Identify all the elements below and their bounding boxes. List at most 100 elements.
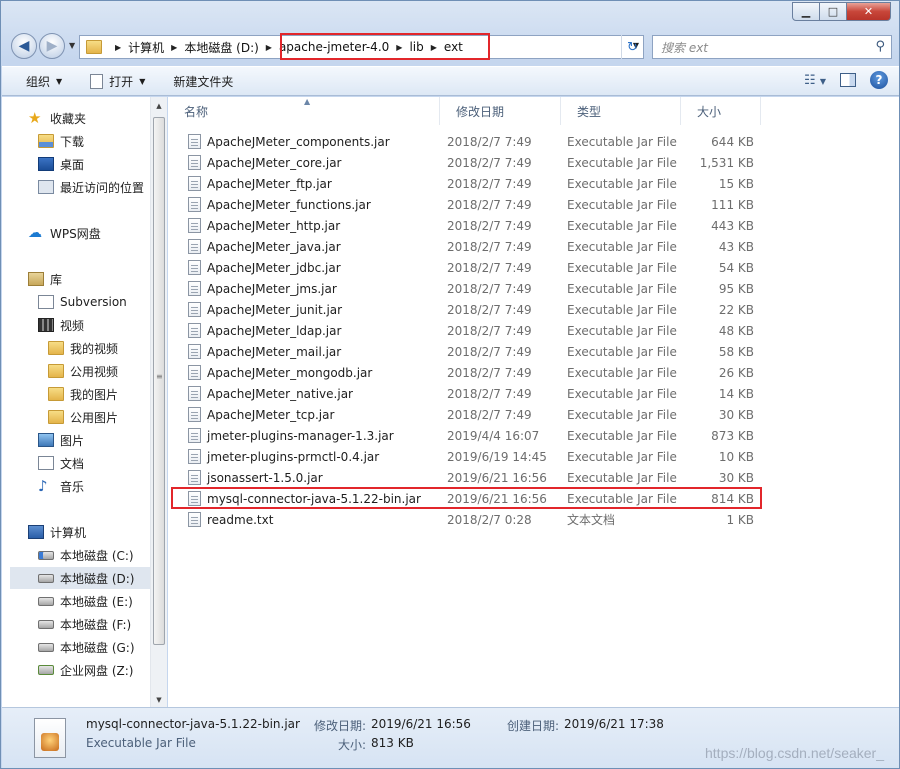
sidebar-item-downloads[interactable]: 下载	[38, 130, 84, 152]
sidebar-item-drive-e[interactable]: 本地磁盘 (E:)	[38, 590, 133, 612]
file-name-cell: ApacheJMeter_junit.jar	[188, 299, 438, 320]
star-icon: ★	[28, 109, 42, 127]
breadcrumb-drive-d[interactable]: 本地磁盘 (D:)	[184, 39, 258, 56]
sidebar-item-libraries[interactable]: 库	[28, 268, 62, 290]
file-row[interactable]: ApacheJMeter_tcp.jar 2018/2/7 7:49 Executa…	[168, 404, 892, 425]
organize-menu[interactable]: 组织 ▼	[2, 67, 72, 95]
address-bar[interactable]: ▶ 计算机 ▶ 本地磁盘 (D:) ▶ apache-jmeter-4.0 ▶ …	[79, 35, 644, 59]
scrollbar-thumb[interactable]	[153, 117, 165, 645]
file-row[interactable]: ApacheJMeter_jms.jar 2018/2/7 7:49 Executa…	[168, 278, 892, 299]
file-type: Executable Jar File	[567, 281, 677, 296]
jar-file-icon	[188, 491, 201, 506]
column-name-label: 名称	[184, 104, 209, 119]
file-date: 2018/2/7 7:49	[447, 176, 532, 191]
sidebar-item-label: 库	[50, 272, 63, 287]
file-row[interactable]: jmeter-plugins-manager-1.3.jar 2019/4/4 1…	[168, 425, 892, 446]
magnifier-icon[interactable]: ⚲	[875, 39, 885, 54]
sidebar-item-recent-places[interactable]: 最近访问的位置	[38, 176, 144, 198]
sidebar-item-drive-c[interactable]: 本地磁盘 (C:)	[38, 544, 134, 566]
sidebar-item-public-videos[interactable]: 公用视频	[48, 360, 118, 382]
sidebar-item-my-pictures[interactable]: 我的图片	[48, 383, 118, 405]
back-button[interactable]: ◀	[11, 33, 37, 59]
file-row[interactable]: ApacheJMeter_functions.jar 2018/2/7 7:49 E…	[168, 194, 892, 215]
column-header-type[interactable]: 类型	[561, 97, 681, 125]
sidebar-item-drive-f[interactable]: 本地磁盘 (F:)	[38, 613, 131, 635]
jar-file-icon	[188, 134, 201, 149]
refresh-button[interactable]: ↻	[621, 35, 643, 59]
file-row[interactable]: ApacheJMeter_ftp.jar 2018/2/7 7:49 Executa…	[168, 173, 892, 194]
file-row[interactable]: ApacheJMeter_http.jar 2018/2/7 7:49 Execut…	[168, 215, 892, 236]
sidebar-item-music[interactable]: ♪ 音乐	[38, 475, 84, 497]
sidebar-item-network-drive-z[interactable]: 企业网盘 (Z:)	[38, 659, 133, 681]
breadcrumb-ext[interactable]: ext	[444, 40, 463, 54]
new-folder-button[interactable]: 新建文件夹	[155, 67, 243, 95]
jar-file-icon	[188, 197, 201, 212]
breadcrumb-separator[interactable]: ▶	[171, 43, 177, 52]
file-row[interactable]: ApacheJMeter_java.jar 2018/2/7 7:49 Execut…	[168, 236, 892, 257]
file-row[interactable]: ApacheJMeter_core.jar 2018/2/7 7:49 Execut…	[168, 152, 892, 173]
sidebar-item-public-pictures[interactable]: 公用图片	[48, 406, 118, 428]
column-header-date[interactable]: 修改日期	[440, 97, 561, 125]
details-file-name: mysql-connector-java-5.1.22-bin.jar	[86, 717, 300, 731]
file-date: 2018/2/7 7:49	[447, 344, 532, 359]
breadcrumb-separator[interactable]: ▶	[115, 43, 121, 52]
file-row[interactable]: jmeter-plugins-prmctl-0.4.jar 2019/6/19 1…	[168, 446, 892, 467]
sidebar-item-drive-g[interactable]: 本地磁盘 (G:)	[38, 636, 135, 658]
file-name-cell: ApacheJMeter_jdbc.jar	[188, 257, 438, 278]
maximize-button[interactable]: □	[820, 2, 847, 21]
file-row[interactable]: readme.txt 2018/2/7 0:28 文本文档 1 KB	[168, 509, 892, 530]
file-row[interactable]: ApacheJMeter_mail.jar 2018/2/7 7:49 Execut…	[168, 341, 892, 362]
breadcrumb-jmeter[interactable]: apache-jmeter-4.0	[279, 40, 389, 54]
scroll-down-arrow[interactable]: ▼	[151, 696, 167, 704]
recent-pages-dropdown[interactable]: ▼	[69, 41, 75, 50]
sidebar-item-videos[interactable]: 视频	[38, 314, 84, 336]
preview-pane-icon[interactable]	[840, 73, 856, 87]
file-size: 22 KB	[718, 302, 754, 317]
minimize-button[interactable]: ▁	[792, 2, 820, 21]
sidebar-item-desktop[interactable]: 桌面	[38, 153, 84, 175]
jar-file-icon	[188, 407, 201, 422]
sidebar-item-pictures[interactable]: 图片	[38, 429, 84, 451]
file-name-cell: jsonassert-1.5.0.jar	[188, 467, 438, 488]
file-name-cell: ApacheJMeter_core.jar	[188, 152, 438, 173]
scroll-up-arrow[interactable]: ▲	[151, 102, 167, 110]
breadcrumb-separator[interactable]: ▶	[266, 43, 272, 52]
file-row[interactable]: jsonassert-1.5.0.jar 2019/6/21 16:56 Execu…	[168, 467, 892, 488]
breadcrumb-computer[interactable]: 计算机	[128, 39, 164, 56]
open-menu[interactable]: 打开 ▼	[72, 67, 155, 95]
details-pane: mysql-connector-java-5.1.22-bin.jar Exec…	[2, 707, 899, 768]
sidebar-item-drive-d[interactable]: 本地磁盘 (D:)	[10, 567, 150, 589]
file-row[interactable]: ApacheJMeter_mongodb.jar 2018/2/7 7:49 Exe…	[168, 362, 892, 383]
sidebar-item-wps-cloud[interactable]: ☁ WPS网盘	[28, 222, 101, 244]
file-row[interactable]: ApacheJMeter_components.jar 2018/2/7 7:49…	[168, 131, 892, 152]
sidebar-item-documents[interactable]: 文档	[38, 452, 84, 474]
forward-button[interactable]: ▶	[39, 33, 65, 59]
column-headers: 名称 ▲ 修改日期 类型 大小	[168, 97, 892, 125]
views-icon[interactable]: ☷ ▼	[804, 73, 826, 88]
sidebar-item-favorites[interactable]: ★ 收藏夹	[28, 107, 86, 129]
file-row[interactable]: ApacheJMeter_jdbc.jar 2018/2/7 7:49 Execut…	[168, 257, 892, 278]
file-name-cell: jmeter-plugins-manager-1.3.jar	[188, 425, 438, 446]
file-name: ApacheJMeter_tcp.jar	[207, 407, 335, 422]
details-created-value: 2019/6/21 17:38	[564, 717, 664, 731]
sidebar-item-my-videos[interactable]: 我的视频	[48, 337, 118, 359]
system-drive-icon	[38, 550, 54, 560]
navigation-scrollbar[interactable]: ▲ ≡ ▼	[150, 97, 167, 707]
column-header-size[interactable]: 大小	[681, 97, 761, 125]
file-pane-edge	[892, 97, 899, 707]
organize-label: 组织	[26, 74, 51, 89]
search-input[interactable]: 搜索 ext ⚲	[652, 35, 892, 59]
sidebar-item-computer[interactable]: 计算机	[28, 521, 86, 543]
file-row[interactable]: mysql-connector-java-5.1.22-bin.jar 2019/…	[168, 488, 892, 509]
file-row[interactable]: ApacheJMeter_native.jar 2018/2/7 7:49 Exec…	[168, 383, 892, 404]
sidebar-item-subversion[interactable]: Subversion	[38, 291, 127, 313]
breadcrumb-separator[interactable]: ▶	[431, 43, 437, 52]
close-button[interactable]: ✕	[847, 2, 891, 21]
breadcrumb-separator[interactable]: ▶	[396, 43, 402, 52]
command-toolbar: 组织 ▼ 打开 ▼ 新建文件夹 ☷ ▼ ?	[2, 66, 899, 96]
file-size: 1 KB	[726, 512, 754, 527]
breadcrumb-lib[interactable]: lib	[409, 40, 423, 54]
file-row[interactable]: ApacheJMeter_junit.jar 2018/2/7 7:49 Execu…	[168, 299, 892, 320]
help-icon[interactable]: ?	[870, 71, 888, 89]
file-row[interactable]: ApacheJMeter_ldap.jar 2018/2/7 7:49 Execut…	[168, 320, 892, 341]
